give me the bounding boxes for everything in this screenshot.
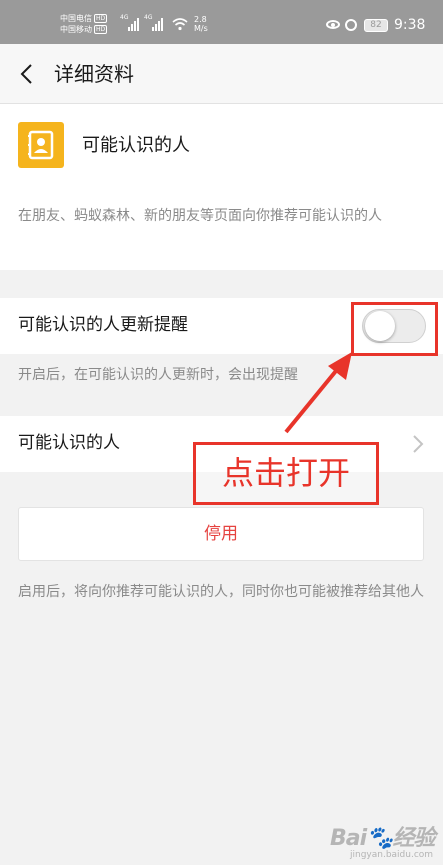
eye-icon [326,20,340,29]
network-tag: 4G [120,14,129,21]
nav-header: 详细资料 [0,44,443,104]
people-row-label: 可能认识的人 [18,433,120,453]
intro-title: 可能认识的人 [82,135,190,156]
status-time: 9:38 [394,17,426,33]
carrier-1: 中国电信 [60,14,92,23]
alarm-icon [345,19,357,31]
page-title: 详细资料 [54,62,134,86]
intro-card: 可能认识的人 在朋友、蚂蚁森林、新的朋友等页面向你推荐可能认识的人 [0,104,443,270]
hd-badge: HD [94,25,108,34]
intro-description: 在朋友、蚂蚁森林、新的朋友等页面向你推荐可能认识的人 [18,208,382,224]
carrier-2: 中国移动 [60,25,92,34]
carrier-info: 中国电信 HD 中国移动 HD [60,13,108,35]
signal-icon: 4G [120,14,142,31]
network-tag: 4G [144,14,153,21]
speed-unit: M/s [194,24,208,33]
chevron-left-icon[interactable] [16,62,40,86]
hd-badge: HD [94,14,108,23]
battery-icon: 82 [364,19,388,32]
status-bar: 中国电信 HD 中国移动 HD 4G 4G 2.8 M/s 82 9:38 [0,0,443,44]
watermark-logo: Bai🐾经验 jingyan.baidu.com [330,826,436,860]
disable-button[interactable]: 停用 [18,507,424,561]
annotation-arrow-icon [284,352,352,434]
chevron-right-icon [413,435,424,453]
annotation-callout: 点击打开 [193,442,379,505]
annotation-highlight-box [351,302,438,356]
reminder-label: 可能认识的人更新提醒 [18,315,188,335]
contacts-icon [18,122,64,168]
reminder-hint: 开启后，在可能认识的人更新时，会出现提醒 [18,367,298,383]
wifi-icon [172,18,188,31]
footer-note: 启用后，将向你推荐可能认识的人，同时你也可能被推荐给其他人 [18,584,424,600]
speed-value: 2.8 [194,15,207,24]
network-speed: 2.8 M/s [194,15,208,33]
signal-icon: 4G [144,14,166,31]
